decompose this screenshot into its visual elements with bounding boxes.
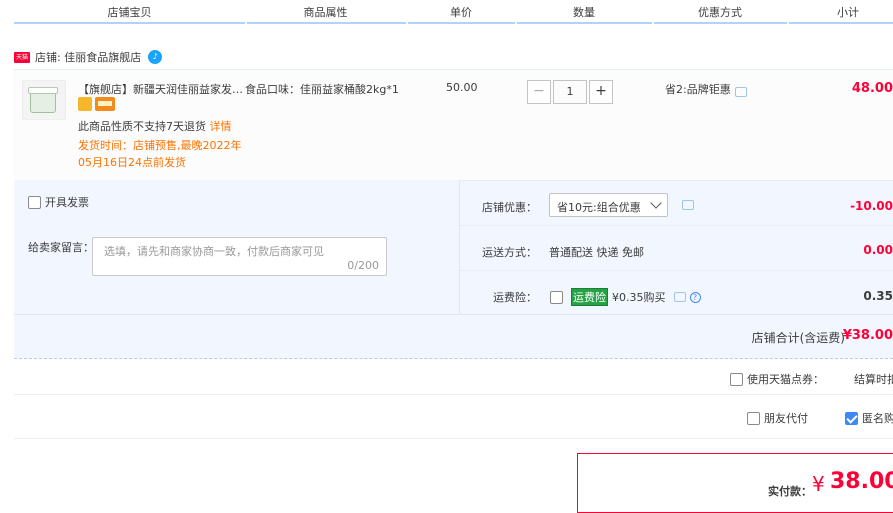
options-row-divider (460, 225, 893, 226)
friend-pay-option[interactable]: 朋友代付 (747, 410, 808, 426)
product-box-image (30, 91, 56, 113)
header-divider (654, 22, 787, 24)
shop-discount-label: 店铺优惠： (482, 201, 537, 214)
insurance-tag: 运费险 (571, 288, 608, 306)
insurance-cost: 0.35 (863, 289, 893, 303)
shop-total-label: 店铺合计(含运费) (751, 331, 845, 345)
invoice-checkbox[interactable] (28, 195, 41, 209)
invoice-option[interactable]: 开具发票 (28, 194, 89, 210)
header-divider (408, 22, 515, 24)
help-icon[interactable]: ? (689, 291, 701, 303)
guarantee-badge-icon (78, 97, 92, 111)
friend-pay-label: 朋友代付 (764, 412, 808, 425)
settle-text: 结算时扣减 (854, 373, 893, 386)
return-note: 此商品性质不支持7天退货 详情 (78, 118, 232, 134)
shipping-label: 运送方式： (482, 246, 537, 259)
quantity-stepper: − 1 + (527, 80, 613, 104)
tmall-badge-icon: 天猫 (14, 51, 30, 63)
anonymous-label: 匿名购买 (862, 412, 893, 425)
pay-amount: 38.00 (830, 469, 893, 494)
shop-total-value: ¥38.00 (842, 328, 893, 343)
item-promotion: 省2:品牌钜惠 (665, 83, 731, 96)
shop-discount-selected: 省10元:组合优惠 (557, 201, 641, 214)
insurance-price: ¥0.35购买 (612, 291, 666, 304)
shop-row: 天猫 店铺: 佳丽食品旗舰店 ♪ (14, 47, 163, 67)
coupon-option[interactable]: 使用天猫点券： 结算时扣减 (730, 371, 893, 387)
header-subtotal: 小计 (837, 6, 859, 19)
item-title[interactable]: 【旗舰店】新疆天润佳丽益家发… (78, 81, 243, 97)
quantity-input[interactable]: 1 (553, 80, 587, 104)
message-input[interactable]: 选填，请先和商家协商一致，付款后商家可见 0/200 (92, 237, 387, 276)
friend-pay-checkbox[interactable] (747, 411, 760, 425)
payment-summary: 实付款： ¥ 38.00 (577, 453, 893, 513)
anonymous-option[interactable]: 匿名购买 (845, 410, 893, 426)
product-thumbnail[interactable] (22, 80, 66, 120)
insurance-comment-icon[interactable] (673, 292, 686, 302)
invoice-label: 开具发票 (45, 196, 89, 209)
discount-comment-icon[interactable] (682, 200, 694, 210)
header-unit-price: 单价 (450, 6, 472, 19)
ship-time: 发货时间：店铺预售,最晚2022年05月16日24点前发货 (78, 139, 242, 169)
increase-button[interactable]: + (589, 80, 613, 104)
promotion-comment-icon[interactable] (735, 87, 747, 97)
anonymous-checkbox[interactable] (845, 411, 858, 425)
options-row-divider (460, 270, 893, 271)
service-badges (78, 97, 115, 111)
pay-label: 实付款： (768, 485, 812, 498)
return-details-link[interactable]: 详情 (210, 120, 232, 133)
header-divider (517, 22, 652, 24)
chevron-down-icon (650, 197, 662, 209)
table-header: 店铺宝贝 商品属性 单价 数量 优惠方式 小计 (0, 0, 893, 24)
shipping-cost: 0.00 (863, 243, 893, 257)
message-placeholder: 选填，请先和商家协商一致，付款后商家可见 (104, 245, 324, 258)
header-quantity: 数量 (573, 6, 595, 19)
shop-discount-value: -10.00 (850, 199, 893, 213)
card-badge-icon (95, 97, 115, 111)
header-promotion: 优惠方式 (698, 6, 742, 19)
coupon-label: 使用天猫点券： (747, 373, 824, 386)
wangwang-chat-icon[interactable]: ♪ (148, 50, 163, 64)
header-attributes: 商品属性 (303, 6, 348, 19)
divider (14, 394, 893, 395)
decrease-button[interactable]: − (527, 80, 551, 104)
insurance-label: 运费险： (493, 291, 537, 304)
shipping-method: 普通配送 快递 免邮 (549, 246, 644, 259)
shop-total-row: 店铺合计(含运费) ¥38.00 (14, 314, 893, 359)
insurance-option[interactable]: 运费险 ¥0.35购买 ? (550, 288, 701, 306)
shop-discount-select[interactable]: 省10元:组合优惠 (549, 193, 668, 217)
item-attribute: 食品口味：佳丽益家桶酸2kg*1 (245, 83, 399, 96)
message-label: 给卖家留言： (28, 241, 94, 254)
options-divider (459, 180, 460, 314)
return-note-text: 此商品性质不支持7天退货 (78, 120, 206, 133)
insurance-checkbox[interactable] (550, 290, 563, 304)
header-divider (14, 22, 245, 24)
message-count: 0/200 (347, 259, 379, 272)
header-shop-items: 店铺宝贝 (107, 6, 152, 19)
divider (14, 438, 893, 439)
coupon-checkbox[interactable] (730, 372, 743, 386)
item-subtotal: 48.00 (851, 81, 893, 96)
pay-currency: ¥ (812, 472, 825, 496)
product-lid-image (28, 87, 58, 94)
header-divider (247, 22, 406, 24)
shop-name[interactable]: 店铺: 佳丽食品旗舰店 (35, 49, 141, 65)
header-divider (789, 22, 893, 24)
item-price: 50.00 (446, 81, 478, 94)
